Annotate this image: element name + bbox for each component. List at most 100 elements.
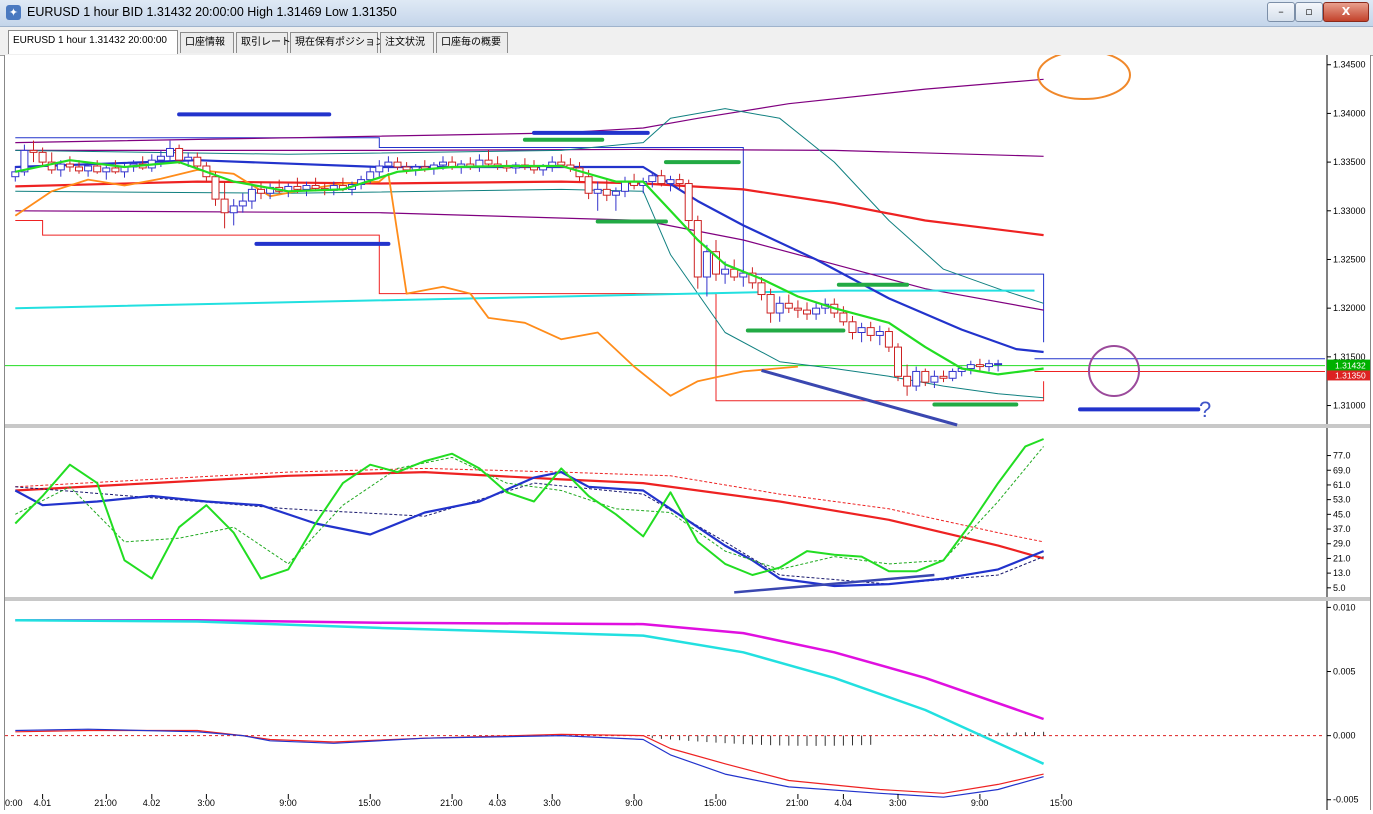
macd-magenta-line [15, 618, 1045, 721]
time-axis-label: 15:00 [1050, 798, 1073, 808]
macd-cyan-line [15, 618, 1045, 765]
tab-account-summary[interactable]: 口座毎の概要 [436, 32, 508, 53]
restore-button[interactable]: ▫ [1295, 2, 1323, 22]
stoch-tick-label: 61.0 [1333, 480, 1351, 490]
candle-body [784, 302, 793, 309]
macd-signal-line [15, 729, 1044, 794]
candle-body [648, 175, 657, 183]
candle-body [102, 167, 111, 173]
candle-body [93, 165, 102, 173]
candle-body [293, 185, 302, 190]
price-tick-label: 1.31000 [1333, 401, 1366, 411]
candle-body [857, 327, 866, 334]
window-titlebar: ✦ EURUSD 1 hour BID 1.31432 20:00:00 Hig… [0, 0, 1373, 27]
candle-body [402, 166, 411, 171]
macd-tick-label: 0.000 [1333, 731, 1356, 741]
question-mark-annotation: ? [1199, 397, 1211, 422]
candle-body [812, 307, 821, 315]
stoch-tick-label: 53.0 [1333, 495, 1351, 505]
candle-body [229, 205, 238, 214]
candle-body [184, 156, 193, 161]
time-axis-label: 9:00 [279, 798, 297, 808]
time-axis-label: 21:00 [94, 798, 117, 808]
candle-body [530, 166, 538, 171]
purple-lower-band [15, 210, 1044, 311]
candle-body [439, 161, 447, 166]
candle-body [803, 309, 811, 315]
stoch-blue-line [14, 471, 1045, 588]
candle-body [302, 184, 311, 190]
time-axis-label: 21:00 [786, 798, 809, 808]
bid-price-label: 1.31432 [1335, 361, 1366, 371]
window-title: EURUSD 1 hour BID 1.31432 20:00:00 High … [27, 5, 397, 19]
candle-body [11, 171, 20, 178]
blue-range-box [15, 137, 1045, 343]
candle-body [766, 294, 775, 314]
tab-bar: EURUSD 1 hour 1.31432 20:00:00 口座情報 取引レー… [0, 27, 1373, 56]
time-axis-label: 21:00 [440, 798, 463, 808]
macd-tick-label: 0.005 [1333, 667, 1356, 677]
pane-separator [5, 424, 1370, 428]
candle-body [384, 161, 393, 167]
red-range-box [15, 220, 1045, 402]
stoch-tick-label: 69.0 [1333, 465, 1351, 475]
candle-body [557, 161, 566, 166]
candle-body [621, 181, 629, 192]
stoch-tick-label: 37.0 [1333, 524, 1351, 534]
time-axis-label: 9:00 [625, 798, 643, 808]
candle-body [593, 188, 602, 194]
candle-body [994, 363, 1003, 366]
candle-body [675, 179, 684, 185]
candle-body [175, 147, 184, 161]
close-button[interactable]: X [1323, 2, 1369, 22]
candle-body [611, 190, 620, 196]
candle-body [975, 364, 984, 368]
tab-account-info[interactable]: 口座情報 [180, 32, 234, 53]
candle-body [912, 370, 921, 387]
stoch-tick-label: 29.0 [1333, 539, 1351, 549]
chart-area[interactable]: 1.34500 1.34000 1.33500 1.33000 1.32500 1.320… [4, 50, 1371, 810]
candle-body [238, 200, 247, 207]
candle-body [702, 251, 711, 278]
candle-body [930, 375, 939, 383]
time-axis-label: 4.04 [834, 798, 852, 808]
pane-separator [5, 597, 1370, 601]
minimize-button[interactable]: – [1267, 2, 1295, 22]
price-tick-label: 1.34000 [1333, 108, 1366, 118]
candle-body [730, 268, 739, 278]
price-tick-label: 1.32000 [1333, 303, 1366, 313]
stoch-tick-label: 77.0 [1333, 451, 1351, 461]
candle-body [257, 188, 265, 194]
candle-body [193, 156, 202, 167]
tab-positions[interactable]: 現在保有ポジション [290, 32, 385, 53]
time-axis-label: 9:00 [971, 798, 989, 808]
tab-orders[interactable]: 注文状況 [380, 32, 434, 53]
candle-body [757, 282, 766, 296]
candle-body [775, 302, 784, 314]
candle-body [894, 346, 902, 377]
candle-body [156, 155, 165, 161]
candle-body [65, 163, 74, 168]
candle-body [721, 268, 730, 275]
candle-body [484, 159, 493, 165]
stoch-d-line [15, 446, 1044, 570]
candle-body [111, 167, 120, 173]
tab-chart[interactable]: EURUSD 1 hour 1.31432 20:00:00 [8, 30, 178, 54]
candle-body [220, 198, 229, 214]
purple-upper-band [15, 78, 1044, 144]
chart-svg[interactable]: 1.34500 1.34000 1.33500 1.33000 1.32500 1.320… [5, 50, 1370, 810]
time-axis-label: 3:00 [543, 798, 561, 808]
tab-rates[interactable]: 取引レート [236, 32, 291, 53]
time-axis-label: 3:00 [197, 798, 215, 808]
time-axis-label: 4.01 [34, 798, 52, 808]
candle-body [56, 163, 65, 171]
price-tick-label: 1.34500 [1333, 60, 1366, 70]
candle-body [693, 220, 702, 278]
candle-body [866, 327, 875, 336]
highlight-circle [1037, 50, 1131, 100]
candle-body [38, 151, 47, 163]
candle-body [921, 370, 930, 383]
time-axis-label: 4.03 [489, 798, 507, 808]
candle-body [939, 375, 948, 379]
candle-body [311, 184, 320, 189]
